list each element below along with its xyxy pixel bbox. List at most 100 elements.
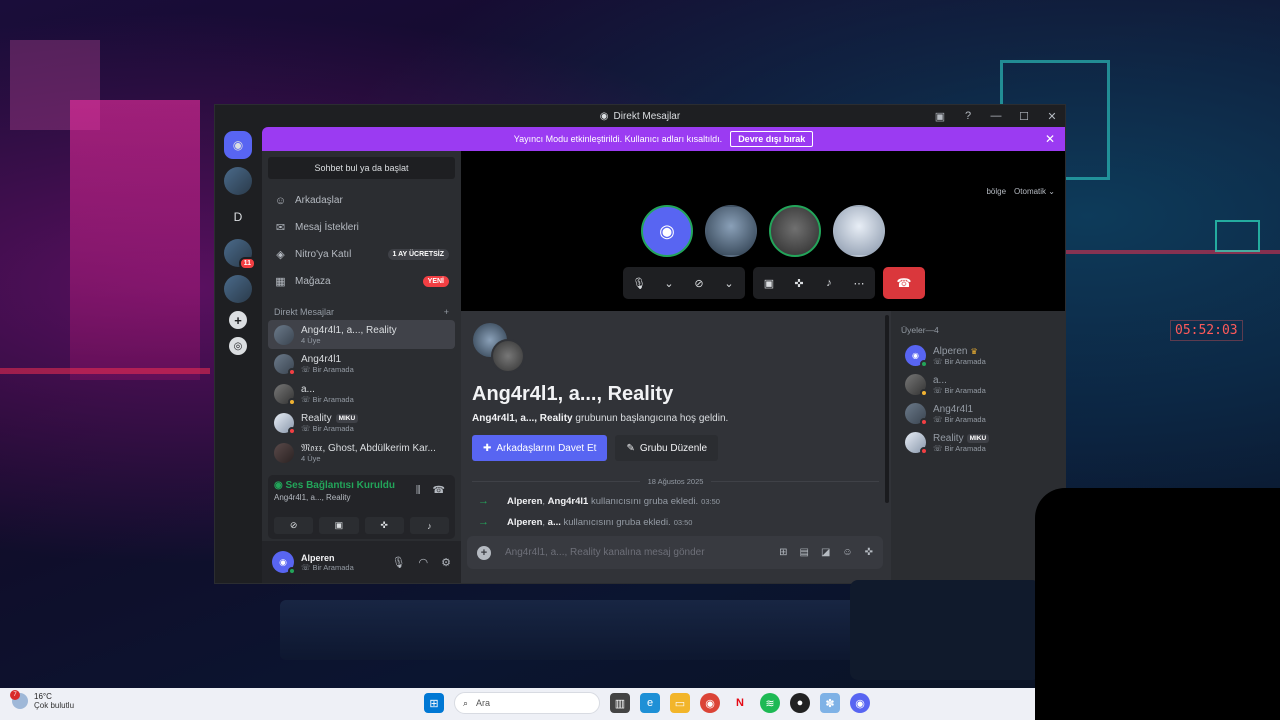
message-target[interactable]: a... xyxy=(548,517,561,528)
weather-widget[interactable]: 7 16°C Çok bulutlu xyxy=(10,690,74,710)
disconnect-icon[interactable]: ☎ xyxy=(433,485,445,496)
screen-share-icon[interactable]: ▣ xyxy=(759,277,779,290)
dm-name: 𝔐𝔬𝔵𝔵, Ghost, Abdülkerim Kar... xyxy=(301,442,436,454)
member-item[interactable]: ◉ Alperen ♛ ☏ Bir Aramada xyxy=(901,341,1055,370)
minimize-icon[interactable]: — xyxy=(989,110,1003,122)
message-actor[interactable]: Alperen xyxy=(507,517,542,528)
noise-suppression-icon[interactable]: ⫼ xyxy=(416,485,421,496)
microphone-icon[interactable]: 🎙︎ xyxy=(629,277,649,290)
search-label: Ara xyxy=(476,698,491,708)
gamepad-icon[interactable]: ✜ xyxy=(865,547,873,558)
nav-shop[interactable]: ▦ Mağaza YENİ xyxy=(268,268,455,295)
chevron-down-icon[interactable]: ⌄ xyxy=(719,277,739,290)
avatar xyxy=(274,354,296,376)
netflix-icon[interactable]: N xyxy=(730,693,750,713)
server-icon[interactable] xyxy=(224,275,252,303)
inbox-icon[interactable]: ▣ xyxy=(933,110,947,123)
hang-up-button[interactable]: ☎ xyxy=(883,267,925,299)
participant-tile[interactable] xyxy=(833,205,885,257)
soundboard-button[interactable]: ♪ xyxy=(409,517,449,534)
soundboard-icon[interactable]: ♪ xyxy=(819,277,839,289)
settings-app-icon[interactable]: ✽ xyxy=(820,693,840,713)
call-area: bölge Otomatik ⌄ ◉ 🎙︎ ⌄ ⊘ ⌄ ▣ ✜ ♪ ⋯ ☎ xyxy=(461,151,1065,311)
create-dm-icon[interactable]: + xyxy=(444,307,449,317)
dm-item[interactable]: Ang4r4l1 ☏ Bir Aramada xyxy=(268,350,455,379)
add-attachment-icon[interactable]: + xyxy=(477,545,491,560)
server-icon[interactable] xyxy=(224,167,252,195)
gamepad-icon[interactable]: ✜ xyxy=(789,277,809,290)
close-icon[interactable]: ✕ xyxy=(1045,132,1055,146)
disable-streamer-button[interactable]: Devre dışı bırak xyxy=(730,131,814,147)
member-status: ☏ Bir Aramada xyxy=(933,385,986,395)
member-item[interactable]: Reality MIKU ☏ Bir Aramada xyxy=(901,428,1055,457)
status-dot xyxy=(920,389,928,397)
headphones-icon[interactable]: ◠ xyxy=(419,556,429,569)
participant-tile[interactable] xyxy=(705,205,757,257)
edge-icon[interactable]: e xyxy=(640,693,660,713)
nav-message-requests[interactable]: ✉ Mesaj İstekleri xyxy=(268,214,455,241)
camera-off-icon[interactable]: ⊘ xyxy=(689,277,709,290)
gift-icon[interactable]: ⊞ xyxy=(779,547,787,558)
chevron-down-icon[interactable]: ⌄ xyxy=(659,277,679,290)
more-icon[interactable]: ⋯ xyxy=(849,277,869,290)
avatar xyxy=(491,339,525,373)
region-select[interactable]: bölge Otomatik ⌄ xyxy=(986,187,1055,196)
edit-group-button[interactable]: ✎ Grubu Düzenle xyxy=(615,435,719,461)
dm-sub: ☏ Bir Aramada xyxy=(301,394,354,404)
avatar[interactable]: ◉ xyxy=(272,551,296,575)
message-input[interactable]: + Ang4r4l1, a..., Reality kanalına mesaj… xyxy=(467,536,883,569)
microphone-icon[interactable]: 🎙︎ xyxy=(392,556,406,569)
discord-taskbar-icon[interactable]: ◉ xyxy=(850,693,870,713)
participant-tile[interactable]: ◉ xyxy=(641,205,693,257)
maximize-icon[interactable]: ☐ xyxy=(1017,110,1031,123)
sticker-icon[interactable]: ◪ xyxy=(821,547,830,558)
search-input[interactable]: Sohbet bul ya da başlat xyxy=(268,157,455,179)
dm-sub: 4 Üye xyxy=(301,453,321,463)
taskbar-search[interactable]: ⌕ Ara xyxy=(454,692,600,714)
message-target[interactable]: Ang4r4l1 xyxy=(548,496,589,507)
chrome-icon[interactable]: ◉ xyxy=(700,693,720,713)
discord-window: ◉ Direkt Mesajlar ▣ ? — ☐ ✕ ◉ D 11 + ◎ Y… xyxy=(214,104,1066,584)
nav-friends[interactable]: ☺ Arkadaşlar xyxy=(268,187,455,214)
wallpaper-clock: 05:52:03 xyxy=(1170,320,1243,341)
member-list-header: Üyeler—4 xyxy=(901,325,939,335)
member-item[interactable]: a... ☏ Bir Aramada xyxy=(901,370,1055,399)
server-letter[interactable]: D xyxy=(224,203,252,231)
system-message: → Alperen, Ang4r4l1 kullanıcısını gruba … xyxy=(478,495,720,507)
participant-tile[interactable] xyxy=(769,205,821,257)
home-button[interactable]: ◉ xyxy=(224,131,252,159)
close-icon[interactable]: ✕ xyxy=(1045,110,1059,123)
message-actor[interactable]: Alperen xyxy=(507,496,542,507)
dm-item[interactable]: 𝔐𝔬𝔵𝔵, Ghost, Abdülkerim Kar... 4 Üye xyxy=(268,438,455,467)
dm-sidebar: Sohbet bul ya da başlat ☺ Arkadaşlar ✉ M… xyxy=(262,151,461,583)
member-item[interactable]: Ang4r4l1 ☏ Bir Aramada xyxy=(901,399,1055,428)
message-text: kullanıcısını gruba ekledi. xyxy=(560,516,671,528)
task-view-icon[interactable]: ▥ xyxy=(610,693,630,713)
app-icon[interactable]: ● xyxy=(790,693,810,713)
nav-nitro[interactable]: ◈ Nitro'ya Katıl 1 AY ÜCRETSİZ xyxy=(268,241,455,268)
file-explorer-icon[interactable]: ▭ xyxy=(670,693,690,713)
member-name: Ang4r4l1 xyxy=(933,403,974,415)
explore-icon[interactable]: ◎ xyxy=(229,337,247,355)
call-controls: 🎙︎ ⌄ ⊘ ⌄ ▣ ✜ ♪ ⋯ ☎ xyxy=(623,267,925,299)
gear-icon[interactable]: ⚙ xyxy=(441,556,451,569)
screen-share-button[interactable]: ▣ xyxy=(319,517,359,534)
help-icon[interactable]: ? xyxy=(961,110,975,122)
add-server-icon[interactable]: + xyxy=(229,311,247,329)
dm-item[interactable]: Reality MIKU ☏ Bir Aramada xyxy=(268,409,455,438)
dm-item[interactable]: a... ☏ Bir Aramada xyxy=(268,379,455,408)
camera-off-button[interactable]: ⊘ xyxy=(274,517,314,534)
window-title-text: Direkt Mesajlar xyxy=(613,110,681,122)
activity-button[interactable]: ✜ xyxy=(364,517,404,534)
emoji-icon[interactable]: ☺ xyxy=(842,547,852,558)
windows-start-icon[interactable]: ⊞ xyxy=(424,693,444,713)
avatar xyxy=(905,374,928,397)
dm-list: Ang4r4l1, a..., Reality 4 Üye Ang4r4l1 ☏… xyxy=(262,317,461,467)
server-icon[interactable]: 11 xyxy=(224,239,256,270)
taskbar: 7 16°C Çok bulutlu ⊞ ⌕ Ara ▥ e ▭ ◉ N ≋ ●… xyxy=(0,688,1035,720)
dm-item[interactable]: Ang4r4l1, a..., Reality 4 Üye xyxy=(268,320,455,349)
invite-friends-button[interactable]: ✚ Arkadaşlarını Davet Et xyxy=(472,435,608,461)
gif-icon[interactable]: ▤ xyxy=(799,547,808,558)
scrollbar[interactable] xyxy=(885,315,889,503)
spotify-icon[interactable]: ≋ xyxy=(760,693,780,713)
